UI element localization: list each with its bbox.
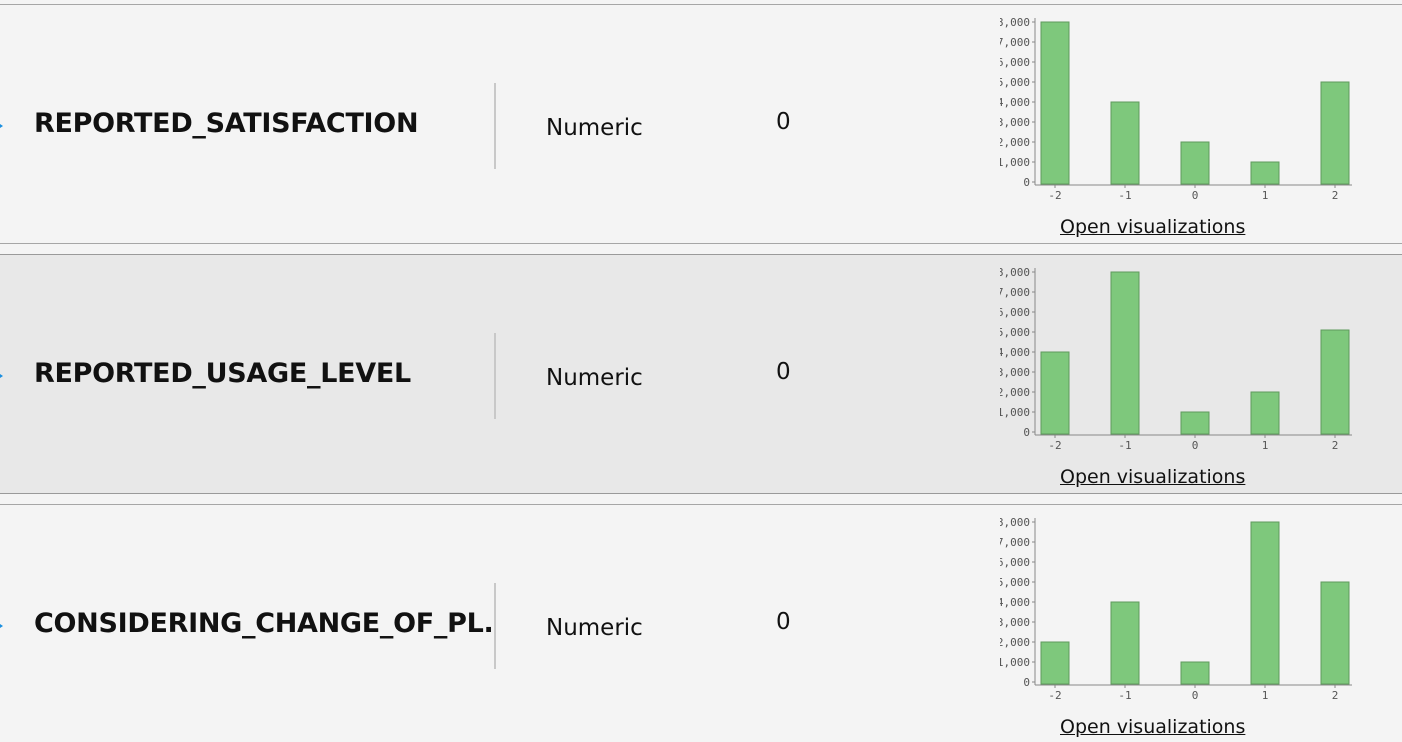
x-tick-label: -1 [1118,689,1131,702]
histogram-bar [1320,81,1350,185]
y-tick-label: 2,000 [1000,386,1030,399]
histogram-bar [1250,521,1280,685]
histogram-svg: 0 1,000 2,000 3,000 4,000 5,000 6,000 7,000 8,00… [1000,16,1352,202]
x-tick-label: -2 [1048,189,1061,202]
x-tick-label: 2 [1332,189,1339,202]
histogram-bar [1110,271,1140,435]
y-tick-label: 3,000 [1000,116,1030,129]
attribute-type: Numeric [546,115,643,141]
x-tick-label: -2 [1048,689,1061,702]
y-tick-label: 3,000 [1000,616,1030,629]
missing-count: 0 [776,109,791,135]
column-divider [494,583,496,669]
histogram-bar [1040,641,1070,685]
missing-count: 0 [776,609,791,635]
histogram-bar [1110,101,1140,185]
attribute-row[interactable]: CONSIDERING_CHANGE_OF_PL... Numeric 0 0 1… [0,504,1402,742]
attribute-type: Numeric [546,365,643,391]
x-tick-label: -2 [1048,439,1061,452]
y-tick-label: 8,000 [1000,516,1030,529]
attribute-name: REPORTED_USAGE_LEVEL [34,358,411,389]
y-tick-label: 2,000 [1000,636,1030,649]
y-tick-label: 6,000 [1000,306,1030,319]
missing-count: 0 [776,359,791,385]
attribute-name: REPORTED_SATISFACTION [34,108,419,139]
y-tick-label: 2,000 [1000,136,1030,149]
open-visualizations-link[interactable]: Open visualizations [1060,216,1245,238]
histogram-svg: 0 1,000 2,000 3,000 4,000 5,000 6,000 7,000 8,00… [1000,516,1352,702]
x-tick-label: 0 [1192,189,1199,202]
histogram-svg: 0 1,000 2,000 3,000 4,000 5,000 6,000 7,000 8,00… [1000,266,1352,452]
histogram-bar [1320,581,1350,685]
column-divider [494,333,496,419]
y-tick-label: 4,000 [1000,346,1030,359]
histogram-bar [1040,21,1070,185]
x-tick-label: 1 [1262,439,1269,452]
attribute-row[interactable]: REPORTED_SATISFACTION Numeric 0 0 1,000 2,… [0,4,1402,244]
y-tick-label: 7,000 [1000,286,1030,299]
x-tick-label: 2 [1332,439,1339,452]
histogram-bar [1110,601,1140,685]
y-tick-label: 4,000 [1000,596,1030,609]
y-tick-label: 7,000 [1000,536,1030,549]
x-tick-label: 1 [1262,689,1269,702]
open-visualizations-link[interactable]: Open visualizations [1060,466,1245,488]
chevron-right-icon[interactable] [0,622,3,630]
x-tick-label: 0 [1192,689,1199,702]
histogram-bar [1040,351,1070,435]
chevron-right-icon[interactable] [0,372,3,380]
histogram-bar [1180,661,1210,685]
attribute-row[interactable]: REPORTED_USAGE_LEVEL Numeric 0 0 1,000 2,0… [0,254,1402,494]
x-tick-label: 0 [1192,439,1199,452]
y-tick-label: 8,000 [1000,16,1030,29]
y-tick-label: 6,000 [1000,556,1030,569]
y-tick-label: 0 [1023,676,1030,689]
y-tick-label: 1,000 [1000,156,1030,169]
x-tick-label: 2 [1332,689,1339,702]
y-tick-label: 3,000 [1000,366,1030,379]
y-tick-label: 6,000 [1000,56,1030,69]
attribute-type: Numeric [546,615,643,641]
y-tick-label: 5,000 [1000,76,1030,89]
y-tick-label: 0 [1023,176,1030,189]
x-tick-label: -1 [1118,439,1131,452]
histogram-bar [1180,411,1210,435]
y-tick-label: 5,000 [1000,576,1030,589]
y-tick-label: 5,000 [1000,326,1030,339]
y-tick-label: 0 [1023,426,1030,439]
histogram-chart: 0 1,000 2,000 3,000 4,000 5,000 6,000 7,000 8,00… [1000,9,1360,204]
x-tick-label: 1 [1262,189,1269,202]
column-divider [494,83,496,169]
y-tick-label: 1,000 [1000,406,1030,419]
x-tick-label: -1 [1118,189,1131,202]
y-tick-label: 4,000 [1000,96,1030,109]
histogram-bar [1250,391,1280,435]
y-tick-label: 1,000 [1000,656,1030,669]
y-tick-label: 8,000 [1000,266,1030,279]
attribute-name: CONSIDERING_CHANGE_OF_PL... [34,608,494,639]
histogram-bar [1250,161,1280,185]
histogram-bar [1180,141,1210,185]
histogram-chart: 0 1,000 2,000 3,000 4,000 5,000 6,000 7,000 8,00… [1000,259,1360,454]
chevron-right-icon[interactable] [0,122,3,130]
y-tick-label: 7,000 [1000,36,1030,49]
histogram-bar [1320,329,1350,435]
open-visualizations-link[interactable]: Open visualizations [1060,716,1245,738]
histogram-chart: 0 1,000 2,000 3,000 4,000 5,000 6,000 7,000 8,00… [1000,509,1360,704]
